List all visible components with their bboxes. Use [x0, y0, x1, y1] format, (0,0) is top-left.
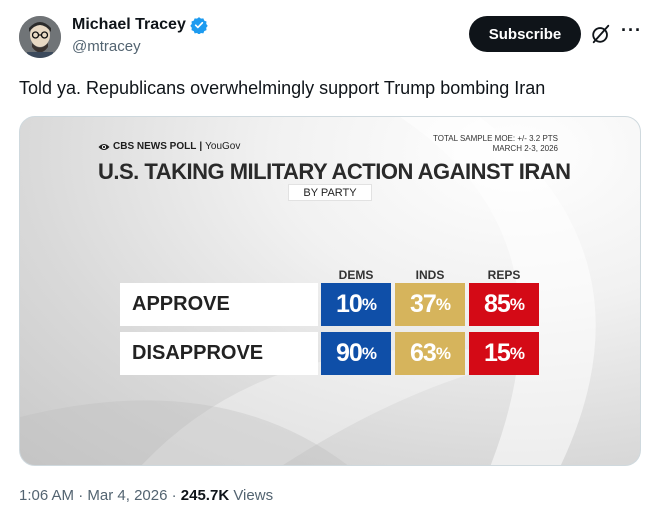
cell-approve-inds: 37%: [395, 283, 465, 326]
value-disapprove-inds: 63: [410, 339, 437, 367]
tweet-meta: 1:06 AM · Mar 4, 2026 · 245.7K Views: [19, 487, 273, 504]
author-block: Michael Tracey @mtracey: [72, 16, 208, 55]
verified-badge-icon[interactable]: [190, 16, 208, 34]
grok-icon[interactable]: [590, 23, 612, 45]
poll-title: U.S. TAKING MILITARY ACTION AGAINST IRAN: [98, 159, 571, 184]
percent-sign: %: [361, 294, 377, 314]
percent-sign: %: [435, 294, 451, 314]
value-approve-reps: 85: [484, 290, 511, 318]
percent-sign: %: [509, 343, 525, 363]
views-count[interactable]: 245.7K: [181, 487, 229, 504]
cell-disapprove-reps: 15%: [469, 332, 539, 375]
row-label-approve: APPROVE: [120, 283, 318, 326]
tweet-time[interactable]: 1:06 AM: [19, 487, 74, 504]
cell-approve-reps: 85%: [469, 283, 539, 326]
cell-disapprove-inds: 63%: [395, 332, 465, 375]
margin-of-error: TOTAL SAMPLE MOE: +/- 3.2 PTS MARCH 2-3,…: [433, 134, 558, 154]
tweet-text: Told ya. Republicans overwhelmingly supp…: [19, 78, 546, 98]
moe-line-1: TOTAL SAMPLE MOE: +/- 3.2 PTS: [433, 134, 558, 143]
poll-subtitle: BY PARTY: [288, 184, 372, 201]
subscribe-button[interactable]: Subscribe: [469, 16, 581, 52]
value-approve-inds: 37: [410, 290, 437, 318]
value-disapprove-reps: 15: [484, 339, 511, 367]
column-header-reps: REPS: [487, 268, 521, 282]
percent-sign: %: [361, 343, 377, 363]
poll-partner: YouGov: [205, 141, 241, 152]
logo-divider: |: [199, 141, 203, 152]
avatar-caricature-icon: [19, 16, 61, 58]
avatar[interactable]: [19, 16, 61, 58]
percent-sign: %: [509, 294, 525, 314]
percent-sign: %: [435, 343, 451, 363]
tweet-media-image[interactable]: CBS NEWS POLL | YouGov TOTAL SAMPLE MOE:…: [19, 116, 641, 466]
moe-line-2: MARCH 2-3, 2026: [492, 144, 558, 153]
poll-source: CBS NEWS POLL: [113, 141, 197, 152]
cbs-eye-icon: [98, 143, 110, 150]
more-options-button[interactable]: ···: [621, 20, 642, 41]
column-header-inds: INDS: [415, 268, 445, 282]
author-handle[interactable]: @mtracey: [72, 38, 208, 55]
cbs-news-poll-logo: CBS NEWS POLL | YouGov: [98, 141, 240, 152]
row-label-disapprove: DISAPPROVE: [120, 332, 318, 375]
author-name-row: Michael Tracey: [72, 16, 208, 34]
cell-approve-dems: 10%: [321, 283, 391, 326]
column-header-dems: DEMS: [338, 268, 374, 282]
tweet-date[interactable]: Mar 4, 2026: [87, 487, 167, 504]
meta-separator: ·: [78, 487, 84, 504]
cell-disapprove-dems: 90%: [321, 332, 391, 375]
value-disapprove-dems: 90: [336, 339, 363, 367]
meta-separator: ·: [171, 487, 177, 504]
author-name[interactable]: Michael Tracey: [72, 16, 186, 34]
views-label: Views: [233, 487, 274, 504]
value-approve-dems: 10: [336, 290, 363, 318]
